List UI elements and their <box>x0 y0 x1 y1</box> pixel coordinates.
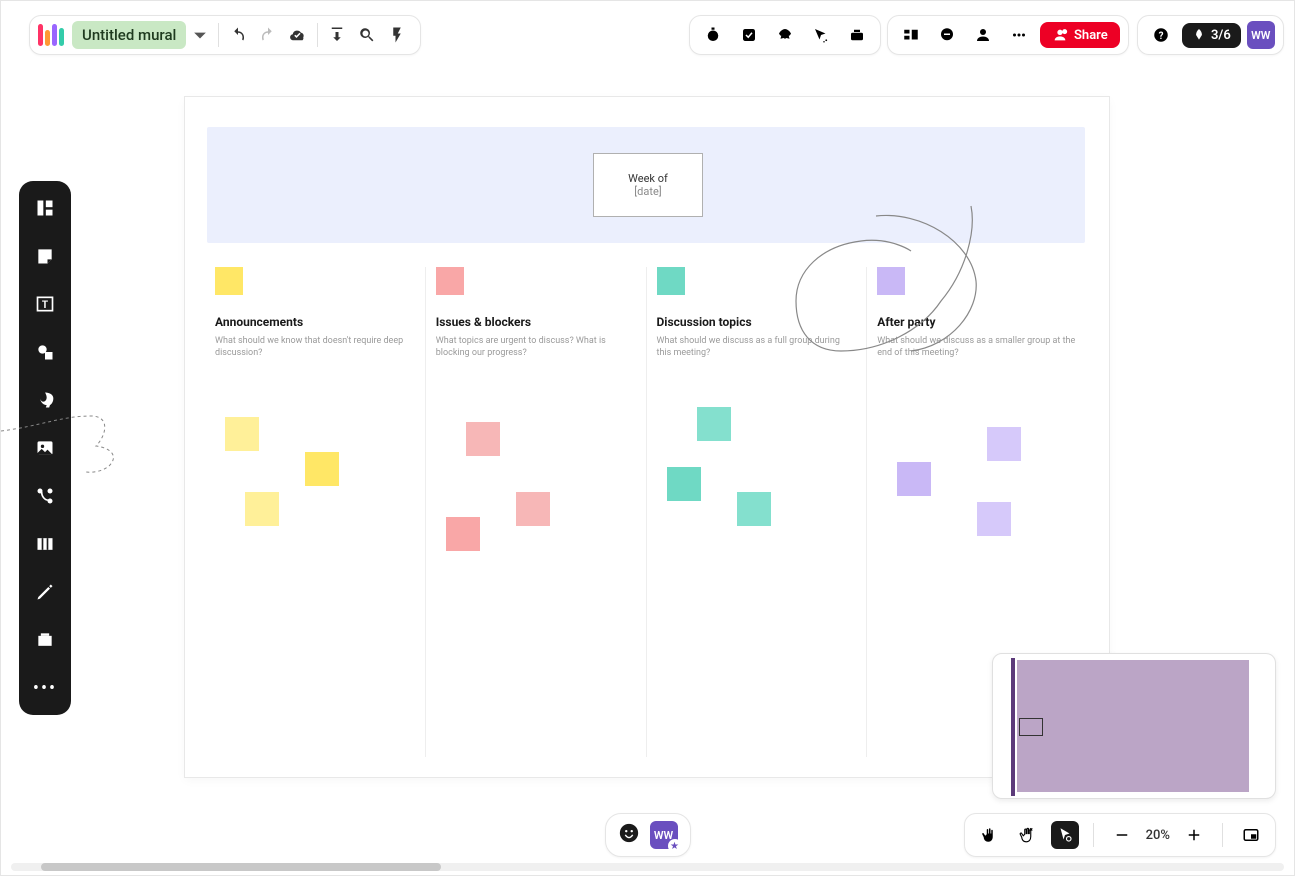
week-line1: Week of <box>628 172 668 185</box>
column-subtitle: What should we discuss as a full group d… <box>657 335 857 359</box>
sticky-note[interactable] <box>305 452 339 486</box>
topbar-left: Untitled mural <box>29 15 421 55</box>
cursor-mode-icon[interactable] <box>1013 821 1041 849</box>
facilitation-toolbar <box>689 15 881 55</box>
sticky-note[interactable] <box>466 422 500 456</box>
board-columns: Announcements What should we know that d… <box>205 267 1087 757</box>
presence-avatar[interactable]: WW ★ <box>650 821 678 849</box>
column-swatch <box>215 267 243 295</box>
templates-icon[interactable] <box>30 193 60 223</box>
connector-icon[interactable] <box>30 481 60 511</box>
undo-button[interactable] <box>223 20 253 50</box>
column-swatch <box>436 267 464 295</box>
draw-icon[interactable] <box>30 577 60 607</box>
account-toolbar: ? 3/6 WW <box>1137 15 1284 55</box>
presentation-icon[interactable] <box>842 20 872 50</box>
export-button[interactable] <box>322 20 352 50</box>
onboarding-count: 3/6 <box>1211 28 1231 43</box>
onboarding-chip[interactable]: 3/6 <box>1182 23 1241 48</box>
share-button[interactable]: Share <box>1040 22 1120 48</box>
sticky-note[interactable] <box>737 492 771 526</box>
quick-action-button[interactable] <box>382 20 412 50</box>
column-subtitle: What should we discuss as a smaller grou… <box>877 335 1077 359</box>
people-icon[interactable] <box>968 20 998 50</box>
sticky-note[interactable] <box>245 492 279 526</box>
user-avatar[interactable]: WW <box>1247 21 1275 49</box>
share-label: Share <box>1074 28 1108 43</box>
sticky-note[interactable] <box>225 417 259 451</box>
reactions-button[interactable] <box>618 822 640 849</box>
ai-icon[interactable] <box>30 385 60 415</box>
column-announcements: Announcements What should we know that d… <box>205 267 426 757</box>
column-issues: Issues & blockers What topics are urgent… <box>426 267 647 757</box>
zoom-bar: 20% <box>964 813 1276 857</box>
column-swatch <box>877 267 905 295</box>
column-title: After party <box>877 315 1077 329</box>
column-title: Issues & blockers <box>436 315 636 329</box>
timer-icon[interactable] <box>698 20 728 50</box>
zoom-out-button[interactable] <box>1108 821 1136 849</box>
comments-icon[interactable] <box>932 20 962 50</box>
image-icon[interactable] <box>30 433 60 463</box>
shapes-icon[interactable] <box>30 337 60 367</box>
horizontal-scrollbar[interactable] <box>11 863 1284 871</box>
column-discussion: Discussion topics What should we discuss… <box>647 267 868 757</box>
sticky-note[interactable] <box>446 517 480 551</box>
mural-logo[interactable] <box>38 24 64 46</box>
hand-tool-icon[interactable] <box>975 821 1003 849</box>
tools-toolbar: T ••• <box>19 181 71 715</box>
sticky-note[interactable] <box>977 502 1011 536</box>
sticky-note-icon[interactable] <box>30 241 60 271</box>
collab-toolbar: Share <box>887 15 1129 55</box>
text-icon[interactable]: T <box>30 289 60 319</box>
sticky-note[interactable] <box>897 462 931 496</box>
column-title: Announcements <box>215 315 415 329</box>
column-subtitle: What topics are urgent to discuss? What … <box>436 335 636 359</box>
minimap[interactable] <box>992 653 1276 799</box>
summon-icon[interactable] <box>806 20 836 50</box>
private-mode-icon[interactable] <box>770 20 800 50</box>
mural-title[interactable]: Untitled mural <box>72 21 186 49</box>
week-of-box[interactable]: Week of [date] <box>593 153 703 217</box>
outline-icon[interactable] <box>896 20 926 50</box>
pointer-tool-icon[interactable] <box>1051 821 1079 849</box>
sticky-note[interactable] <box>516 492 550 526</box>
title-dropdown[interactable] <box>186 21 214 49</box>
cloud-sync-icon[interactable] <box>283 20 313 50</box>
search-button[interactable] <box>352 20 382 50</box>
canvas-board[interactable]: Week of [date] Announcements What should… <box>185 97 1109 777</box>
week-line2: [date] <box>634 185 661 198</box>
sticky-note[interactable] <box>697 407 731 441</box>
column-swatch <box>657 267 685 295</box>
sticky-note[interactable] <box>667 467 701 501</box>
sticky-note[interactable] <box>987 427 1021 461</box>
host-star-icon: ★ <box>668 839 682 853</box>
frameworks-icon[interactable] <box>30 529 60 559</box>
more-options-icon[interactable] <box>1004 20 1034 50</box>
redo-button[interactable] <box>253 20 283 50</box>
minimap-toggle-icon[interactable] <box>1237 821 1265 849</box>
vote-icon[interactable] <box>734 20 764 50</box>
zoom-in-button[interactable] <box>1180 821 1208 849</box>
presence-bar: WW ★ <box>605 813 691 857</box>
column-title: Discussion topics <box>657 315 857 329</box>
more-tools-icon[interactable]: ••• <box>30 673 60 703</box>
minimap-viewport[interactable] <box>1019 718 1043 736</box>
help-icon[interactable]: ? <box>1146 20 1176 50</box>
column-subtitle: What should we know that doesn't require… <box>215 335 415 359</box>
zoom-level[interactable]: 20% <box>1146 828 1170 843</box>
svg-text:T: T <box>42 300 48 311</box>
files-icon[interactable] <box>30 625 60 655</box>
svg-text:?: ? <box>1159 31 1164 42</box>
